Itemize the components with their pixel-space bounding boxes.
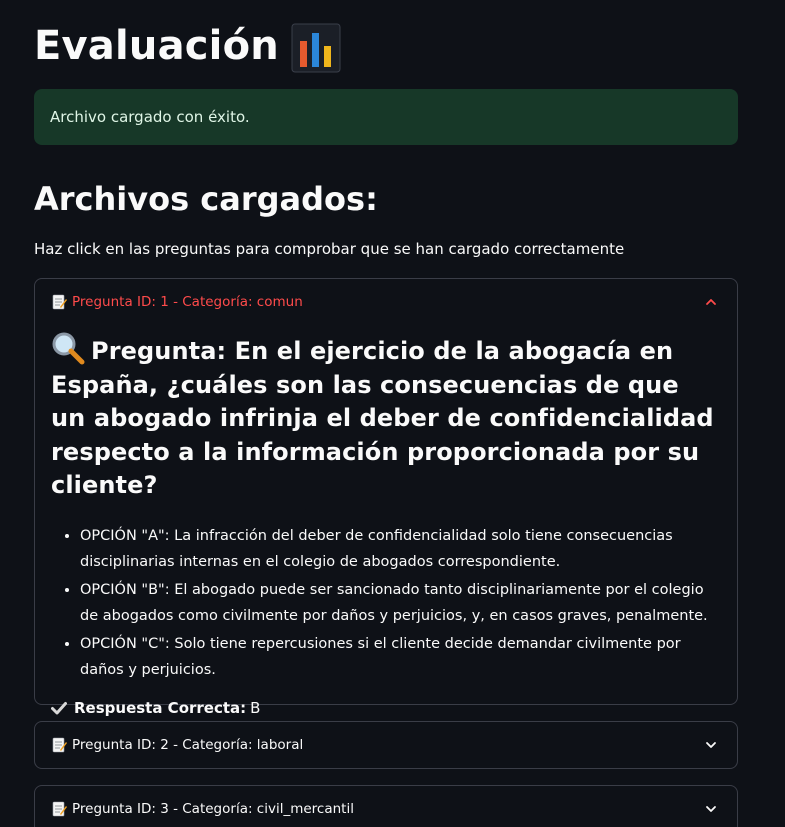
page-title-text: Evaluación — [34, 23, 279, 69]
app-page: Evaluación Archivo cargado con éxito. Ar… — [0, 0, 785, 827]
chevron-down-icon[interactable] — [703, 737, 719, 753]
option-b: OPCIÓN "B": El abogado puede ser sancion… — [80, 577, 721, 629]
question-text: Pregunta: En el ejercicio de la abogacía… — [51, 337, 714, 499]
answer-value: B — [250, 698, 261, 717]
question-heading: Pregunta: En el ejercicio de la abogacía… — [51, 331, 721, 503]
expander-header-2[interactable]: Pregunta ID: 2 - Categoría: laboral — [35, 722, 737, 768]
magnifier-icon — [51, 331, 85, 365]
memo-icon — [51, 737, 67, 753]
chevron-down-icon[interactable] — [703, 801, 719, 817]
answer-label: Respuesta Correcta: — [74, 698, 247, 717]
section-hint: Haz click en las preguntas para comproba… — [34, 240, 625, 258]
chevron-up-icon[interactable] — [703, 294, 719, 310]
page-title: Evaluación — [34, 20, 341, 73]
memo-icon — [51, 801, 67, 817]
expander-label-3: Pregunta ID: 3 - Categoría: civil_mercan… — [72, 801, 354, 817]
expander-header-1[interactable]: Pregunta ID: 1 - Categoría: comun — [35, 279, 737, 325]
option-c: OPCIÓN "C": Solo tiene repercusiones si … — [80, 631, 721, 683]
option-a: OPCIÓN "A": La infracción del deber de c… — [80, 523, 721, 575]
check-mark-icon — [51, 700, 67, 716]
success-alert-text: Archivo cargado con éxito. — [50, 108, 250, 126]
bar-chart-icon — [291, 23, 341, 73]
expander-label-1: Pregunta ID: 1 - Categoría: comun — [72, 294, 303, 310]
question-expander-2: Pregunta ID: 2 - Categoría: laboral — [34, 721, 738, 769]
question-expander-3: Pregunta ID: 3 - Categoría: civil_mercan… — [34, 785, 738, 827]
expander-label-2: Pregunta ID: 2 - Categoría: laboral — [72, 737, 304, 753]
expander-body-1: Pregunta: En el ejercicio de la abogacía… — [35, 331, 737, 719]
section-title: Archivos cargados: — [34, 180, 378, 218]
memo-icon — [51, 294, 67, 310]
correct-answer: Respuesta Correcta: B — [51, 697, 721, 719]
question-expander-1: Pregunta ID: 1 - Categoría: comun Pregun… — [34, 278, 738, 717]
success-alert: Archivo cargado con éxito. — [34, 89, 738, 145]
options-list: OPCIÓN "A": La infracción del deber de c… — [51, 523, 721, 683]
expander-header-3[interactable]: Pregunta ID: 3 - Categoría: civil_mercan… — [35, 786, 737, 827]
